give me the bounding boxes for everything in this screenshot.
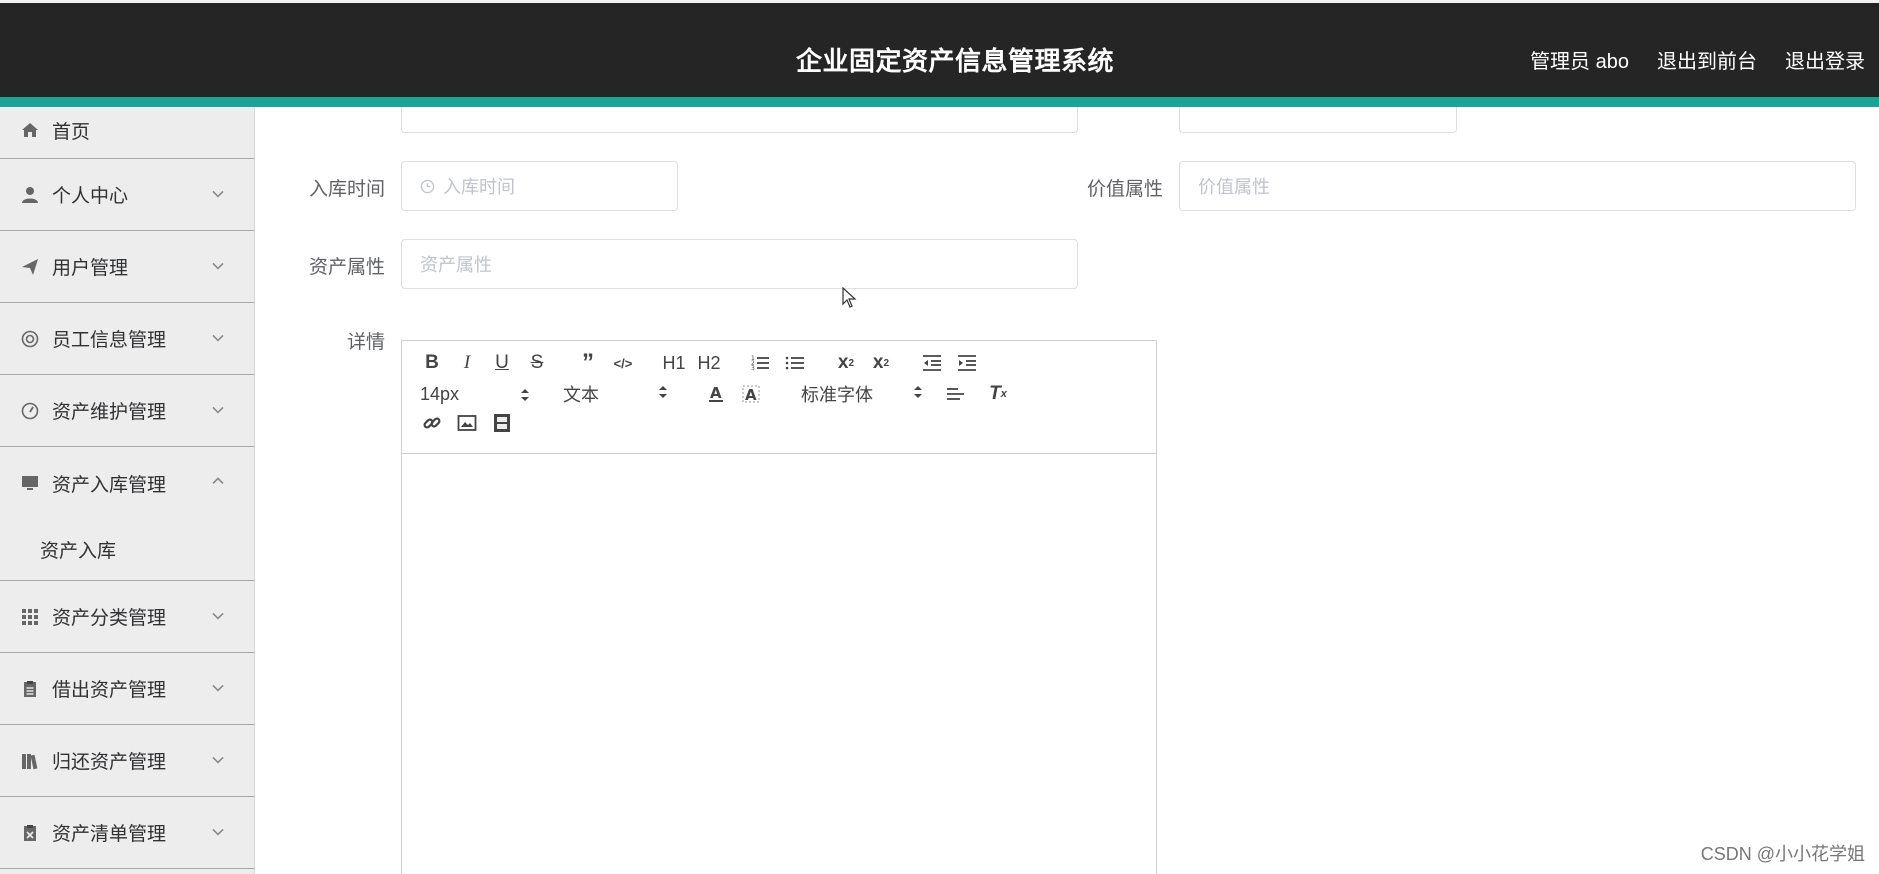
books-icon (20, 751, 40, 771)
chevron-down-icon (210, 823, 226, 839)
heading2-button[interactable]: H2 (697, 351, 721, 375)
sidebar-item-return-assets[interactable]: 归还资产管理 (0, 725, 254, 797)
header-accent-strip (0, 97, 1879, 107)
sidebar-item-label: 员工信息管理 (52, 330, 167, 351)
paragraph-value: 文本 (563, 385, 599, 405)
bold-button[interactable]: B (420, 351, 444, 375)
sidebar-item-label: 资产清单管理 (52, 824, 167, 845)
underline-button[interactable]: U (490, 351, 514, 375)
person-icon (20, 185, 40, 205)
clock-icon (420, 179, 435, 194)
paragraph-select[interactable]: 文本 (563, 381, 668, 407)
clipboard-icon (20, 679, 40, 699)
lifebuoy-icon (20, 329, 40, 349)
mouse-cursor-icon (842, 286, 858, 314)
sidebar-item-label: 首页 (52, 121, 91, 143)
video-icon[interactable] (490, 411, 514, 435)
strikethrough-button[interactable]: S (525, 351, 549, 375)
italic-button[interactable]: I (455, 351, 479, 375)
svg-text:A: A (745, 386, 757, 404)
gauge-icon (20, 401, 40, 421)
sidebar-item-asset-storage[interactable]: 资产入库管理 (0, 447, 254, 519)
sidebar-item-user-management[interactable]: 用户管理 (0, 231, 254, 303)
clear-format-button[interactable]: Tx (986, 382, 1010, 406)
chevron-down-icon (210, 607, 226, 623)
top-actions: 管理员 abo 退出到前台 退出登录 (1530, 45, 1865, 74)
top-bar: 企业固定资产信息管理系统 管理员 abo 退出到前台 退出登录 (0, 0, 1879, 107)
home-icon (20, 120, 40, 140)
sidebar-item-asset-maintenance[interactable]: 资产维护管理 (0, 375, 254, 447)
paper-plane-icon (20, 257, 40, 277)
sidebar-item-label: 资产入库管理 (52, 474, 167, 496)
superscript-button[interactable]: x2 (869, 351, 893, 375)
chevron-down-icon (210, 257, 226, 273)
sidebar-item-personal-center[interactable]: 个人中心 (0, 159, 254, 231)
sidebar-item-borrow-assets[interactable]: 借出资产管理 (0, 653, 254, 725)
chevron-up-icon (210, 473, 226, 489)
align-icon[interactable] (943, 382, 967, 406)
chevron-down-icon (210, 401, 226, 417)
sidebar-item-asset-list[interactable]: 资产清单管理 (0, 797, 254, 869)
editor-toolbar: B I U S ” </> H1 H2 123 x2 x2 14px 文本 A … (402, 341, 1156, 454)
monitor-icon (20, 473, 40, 493)
rich-text-editor: B I U S ” </> H1 H2 123 x2 x2 14px 文本 A … (401, 340, 1157, 874)
image-icon[interactable] (455, 411, 479, 435)
chevron-down-icon (210, 329, 226, 345)
select-arrows-icon (913, 383, 923, 406)
outdent-icon[interactable] (920, 351, 944, 375)
storage-time-placeholder: 入库时间 (443, 177, 515, 197)
main-content: 入库时间 入库时间 价值属性 价值属性 资产属性 资产属性 详情 B I U S… (285, 107, 1879, 874)
value-attr-placeholder: 价值属性 (1198, 177, 1270, 197)
sidebar-item-employee-info[interactable]: 员工信息管理 (0, 303, 254, 375)
select-arrows-icon (658, 383, 668, 406)
sidebar-item-label: 资产分类管理 (52, 608, 167, 629)
chevron-down-icon (210, 185, 226, 201)
heading1-button[interactable]: H1 (662, 351, 686, 375)
sidebar-item-label: 个人中心 (52, 186, 129, 207)
bullet-list-icon[interactable] (783, 351, 807, 375)
sidebar-item-home[interactable]: 首页 (0, 107, 254, 159)
sidebar-item-label: 借出资产管理 (52, 680, 167, 701)
storage-time-picker[interactable]: 入库时间 (401, 161, 678, 211)
chevron-down-icon (210, 679, 226, 695)
value-attr-label: 价值属性 (1086, 179, 1163, 200)
svg-text:3: 3 (751, 365, 755, 372)
exit-to-front-link[interactable]: 退出到前台 (1657, 45, 1757, 74)
storage-time-label: 入库时间 (308, 179, 385, 200)
asset-name-input[interactable] (401, 107, 1078, 133)
sidebar: 首页 个人中心 用户管理 员工信息管理 资产维护管理 资产入库管理 资产入库 资… (0, 107, 255, 874)
sidebar-item-label: 用户管理 (52, 258, 129, 279)
indent-icon[interactable] (955, 351, 979, 375)
sidebar-item-label: 归还资产管理 (52, 752, 167, 773)
sidebar-item-asset-category[interactable]: 资产分类管理 (0, 581, 254, 653)
grid-icon (20, 607, 40, 627)
editor-content-area[interactable] (402, 454, 1156, 874)
background-color-icon[interactable]: A (739, 382, 763, 406)
sidebar-subitem-asset-storage[interactable]: 资产入库 (0, 519, 254, 581)
font-color-icon[interactable]: A (704, 382, 728, 406)
asset-attr-input[interactable]: 资产属性 (401, 239, 1078, 289)
font-size-value: 14px (420, 383, 460, 404)
code-block-button[interactable]: </> (611, 351, 635, 375)
chevron-down-icon (210, 751, 226, 767)
font-size-select[interactable]: 14px (420, 384, 530, 405)
admin-user-link[interactable]: 管理员 abo (1530, 45, 1629, 74)
subscript-button[interactable]: x2 (834, 351, 858, 375)
blockquote-button[interactable]: ” (576, 349, 600, 376)
asset-type-input[interactable] (1179, 107, 1457, 133)
clipboard-x-icon (20, 823, 40, 843)
font-family-value: 标准字体 (801, 385, 873, 405)
watermark: CSDN @小小花学姐 (1700, 844, 1865, 864)
value-attr-input[interactable]: 价值属性 (1179, 161, 1856, 211)
logout-link[interactable]: 退出登录 (1785, 45, 1865, 74)
link-icon[interactable] (420, 411, 444, 435)
font-family-select[interactable]: 标准字体 (801, 381, 923, 407)
asset-attr-label: 资产属性 (308, 257, 385, 278)
asset-attr-placeholder: 资产属性 (420, 255, 492, 275)
sidebar-item-label: 资产维护管理 (52, 402, 167, 423)
select-arrows-icon (520, 386, 530, 409)
ordered-list-icon[interactable]: 123 (748, 351, 772, 375)
detail-label: 详情 (346, 332, 385, 353)
svg-text:A: A (710, 384, 722, 402)
